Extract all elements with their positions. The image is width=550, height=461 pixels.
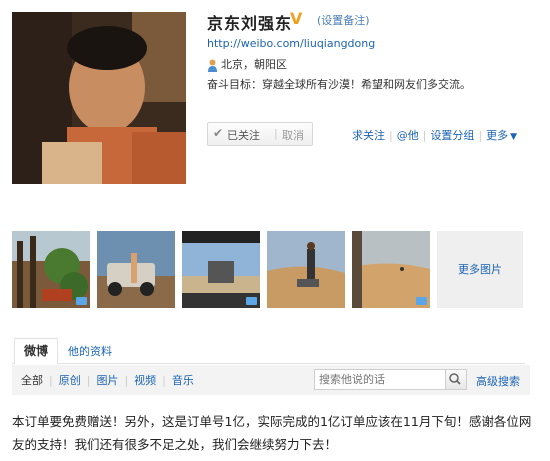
multi-image-badge-icon (76, 297, 87, 305)
filter-all[interactable]: 全部 (21, 374, 43, 387)
set-group-link[interactable]: 设置分组 (430, 129, 474, 142)
verified-v-icon: V (290, 9, 303, 28)
search-input[interactable] (314, 369, 446, 390)
divider: | (124, 374, 129, 387)
tab-profile-info[interactable]: 他的资料 (68, 343, 112, 359)
filter-video[interactable]: 视频 (134, 374, 156, 387)
profile-avatar[interactable] (12, 12, 186, 184)
photo-thumbnail[interactable] (97, 231, 175, 308)
divider: | (422, 129, 427, 142)
weibo-post-text: 本订单要免费赠送！另外，这是订单号1亿，实际完成的1亿订单应该在11月下旬！感谢… (12, 414, 532, 452)
more-photos-link[interactable]: 更多图片 (437, 231, 523, 308)
search-icon (449, 373, 461, 385)
photo-thumbnail[interactable] (12, 231, 90, 308)
divider: | (162, 374, 166, 387)
mention-link[interactable]: @他 (397, 129, 419, 142)
divider: | (274, 127, 278, 140)
multi-image-badge-icon (416, 297, 427, 305)
follow-status-box: ✔ 已关注 | 取消 (207, 122, 313, 146)
location-person-icon (207, 57, 218, 72)
profile-url-link[interactable]: http://weibo.com/liuqiangdong (207, 37, 375, 50)
post-filters: 全部 | 原创 | 图片 | 视频 | 音乐 (21, 372, 194, 388)
caret-down-icon[interactable]: ▼ (510, 132, 517, 142)
profile-bio: 奋斗目标：穿越全球所有沙漠！希望和网友们多交流。 (207, 78, 471, 91)
check-icon: ✔ (213, 126, 224, 140)
filter-music[interactable]: 音乐 (172, 374, 194, 387)
photo-thumbnail[interactable] (352, 231, 430, 308)
divider: | (49, 374, 53, 387)
photo-thumbnail[interactable] (267, 231, 345, 308)
tab-weibo[interactable]: 微博 (14, 338, 58, 364)
set-remark-link[interactable]: (设置备注) (317, 12, 370, 28)
unfollow-button[interactable]: 取消 (282, 127, 304, 143)
divider: | (478, 129, 483, 142)
followed-label: 已关注 (227, 129, 260, 142)
photo-thumbnail[interactable] (182, 231, 260, 308)
search-button[interactable] (446, 369, 467, 390)
multi-image-badge-icon (246, 297, 257, 305)
divider: | (86, 374, 91, 387)
profile-actions: 求关注 | @他 | 设置分组 | 更多 ▼ (352, 127, 517, 143)
filter-images[interactable]: 图片 (96, 374, 118, 387)
divider: | (389, 129, 393, 142)
advanced-search-link[interactable]: 高级搜索 (476, 373, 520, 389)
filter-original[interactable]: 原创 (59, 374, 81, 387)
ask-follow-link[interactable]: 求关注 (352, 129, 385, 142)
profile-location: 北京，朝阳区 (221, 58, 287, 71)
more-menu[interactable]: 更多 (486, 129, 508, 142)
profile-name: 京东刘强东 (207, 14, 293, 33)
avatar-photo (12, 12, 186, 184)
